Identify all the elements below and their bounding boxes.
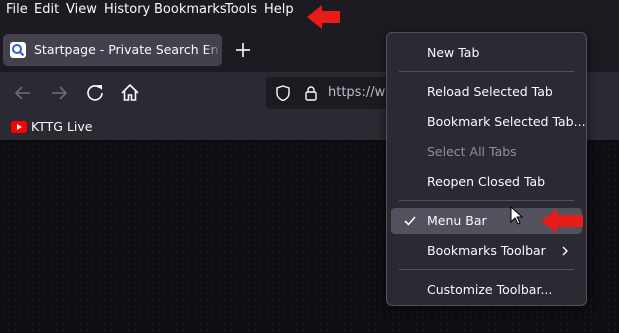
menuitem-label: Reopen Closed Tab	[427, 174, 546, 189]
menuitem-bookmark-selected-tab[interactable]: Bookmark Selected Tab...	[391, 109, 586, 135]
menuitem-bookmarks-toolbar[interactable]: Bookmarks Toolbar	[391, 238, 582, 264]
forward-arrow-icon[interactable]	[48, 82, 70, 104]
url-bar[interactable]: https://ww	[266, 77, 396, 109]
menuitem-reopen-closed-tab[interactable]: Reopen Closed Tab	[391, 169, 582, 195]
youtube-icon	[11, 121, 27, 133]
menuitem-new-tab[interactable]: New Tab	[391, 40, 582, 66]
lock-icon[interactable]	[304, 85, 318, 101]
plus-icon[interactable]	[233, 40, 253, 60]
menuitem-label: Bookmark Selected Tab...	[427, 114, 586, 129]
red-arrow-pointer-icon	[307, 5, 340, 29]
menu-tools[interactable]: Tools	[225, 2, 257, 17]
menu-file[interactable]: File	[6, 2, 28, 17]
menu-help[interactable]: Help	[264, 2, 294, 17]
menu-history[interactable]: History	[104, 2, 150, 17]
menu-separator	[399, 269, 574, 270]
chevron-right-icon	[562, 246, 568, 256]
menu-separator	[399, 200, 574, 201]
menuitem-customize-toolbar[interactable]: Customize Toolbar...	[391, 277, 582, 303]
red-arrow-pointer-icon	[541, 209, 583, 233]
menuitem-label: Menu Bar	[427, 213, 487, 228]
menu-bookmarks[interactable]: Bookmarks	[154, 2, 227, 17]
home-icon[interactable]	[119, 82, 141, 104]
tab-startpage[interactable]: Startpage - Private Search Engine	[3, 34, 222, 66]
menuitem-label: Customize Toolbar...	[427, 282, 553, 297]
menuitem-select-all-tabs: Select All Tabs	[391, 139, 582, 165]
menuitem-label: Select All Tabs	[427, 144, 517, 159]
bookmark-label: KTTG Live	[31, 119, 93, 134]
menuitem-label: Reload Selected Tab	[427, 84, 553, 99]
startpage-icon	[10, 42, 26, 58]
back-arrow-icon[interactable]	[12, 82, 34, 104]
menu-view[interactable]: View	[66, 2, 97, 17]
menuitem-label: Bookmarks Toolbar	[427, 243, 546, 258]
menu-edit[interactable]: Edit	[34, 2, 59, 17]
checkmark-icon	[404, 216, 416, 226]
shield-icon[interactable]	[275, 85, 291, 101]
tab-context-menu: New Tab Reload Selected Tab Bookmark Sel…	[386, 32, 587, 306]
menu-separator	[399, 71, 574, 72]
reload-icon[interactable]	[84, 82, 106, 104]
menuitem-label: New Tab	[427, 45, 480, 60]
mouse-cursor-icon	[510, 206, 524, 225]
tab-title: Startpage - Private Search Engine	[34, 42, 218, 57]
menuitem-reload-selected-tab[interactable]: Reload Selected Tab	[391, 79, 582, 105]
